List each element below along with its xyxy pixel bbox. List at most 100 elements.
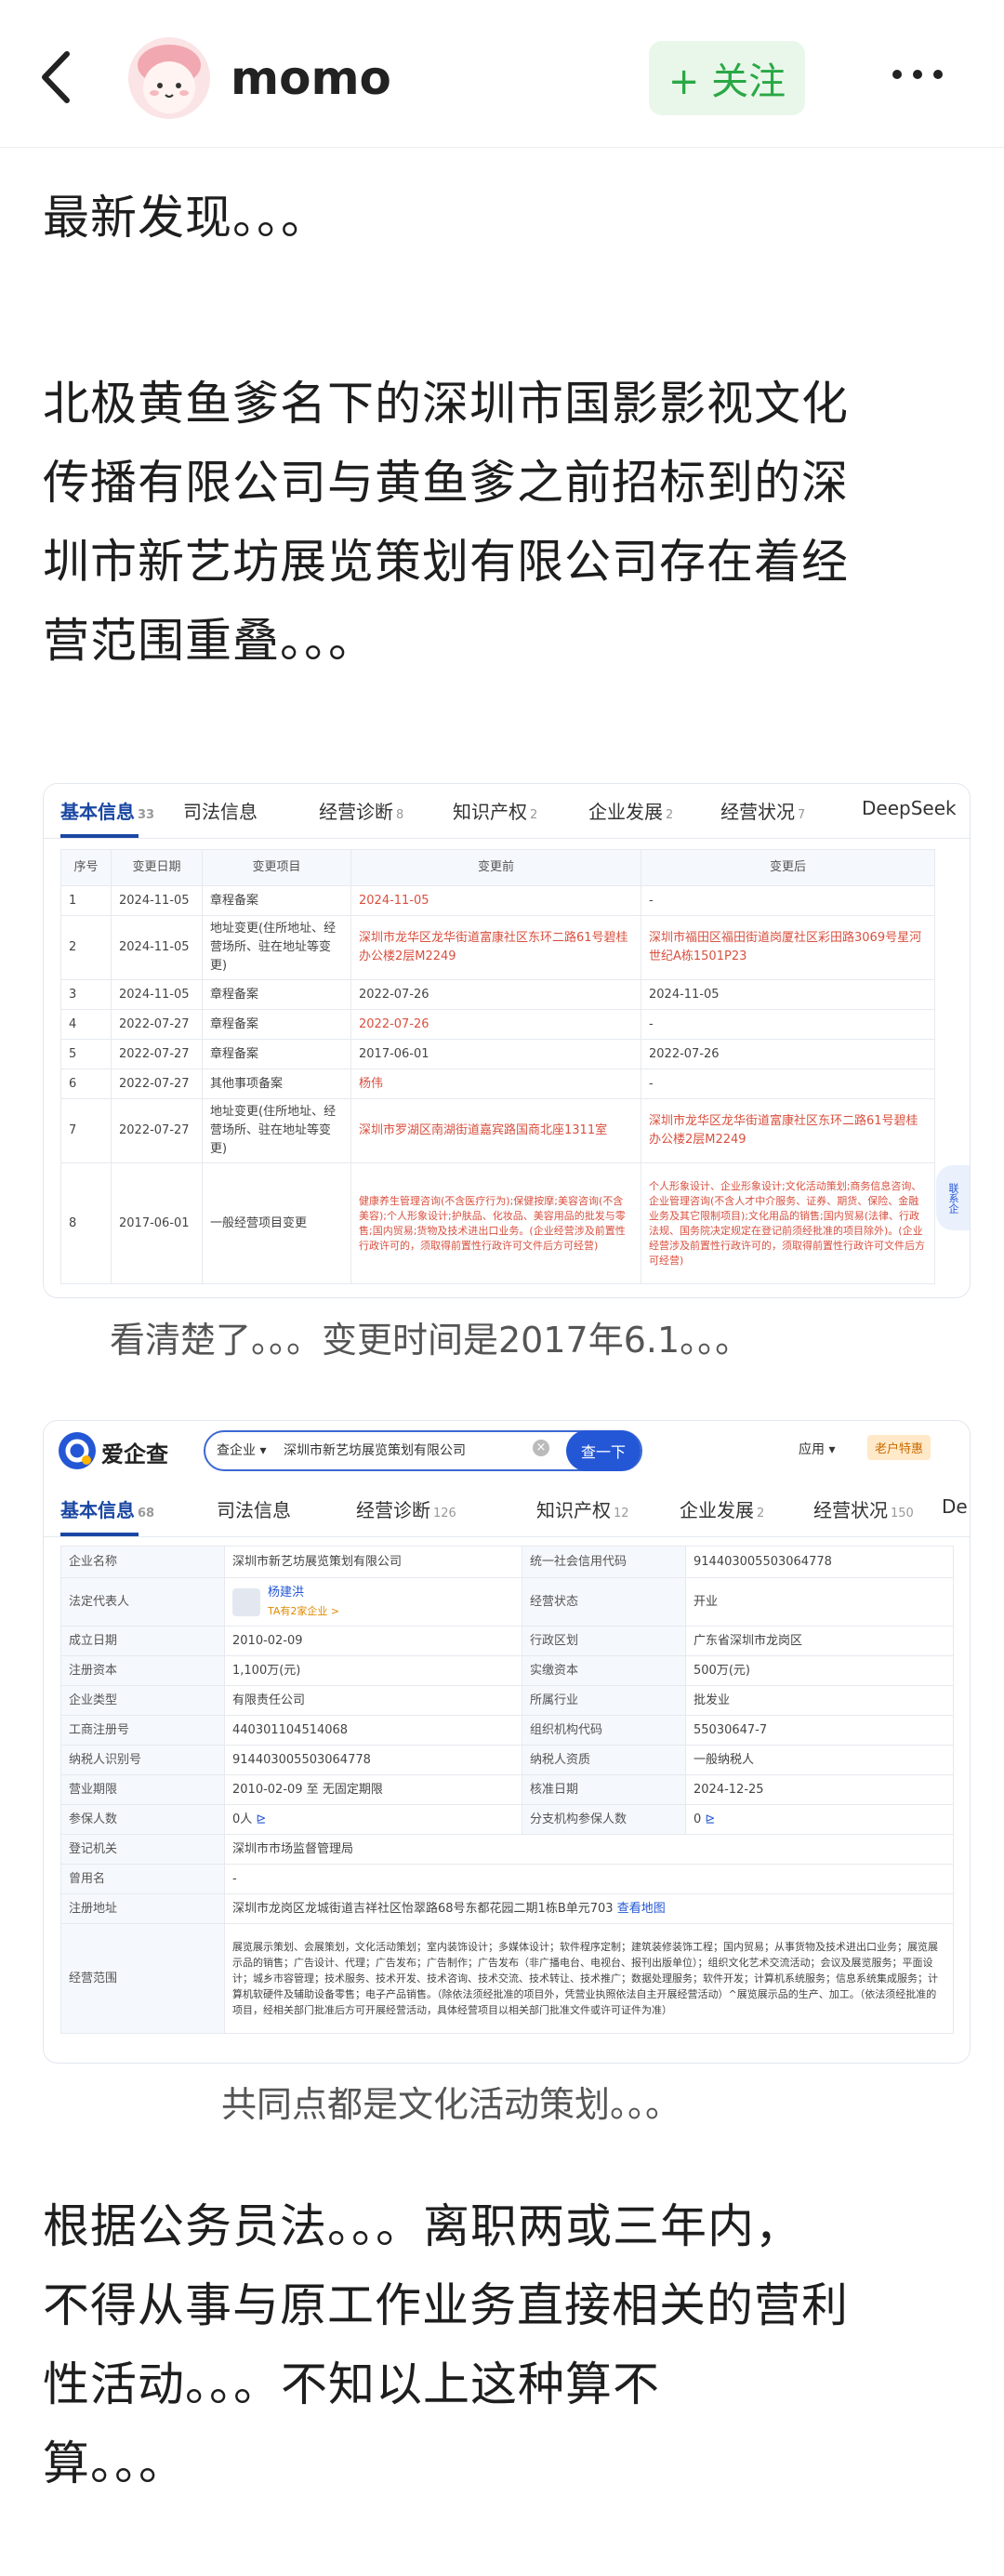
cell-no: 4 [60, 1009, 112, 1040]
table-row: 3 2024-11-05 章程备案 2022-07-26 2024-11-05 [60, 979, 935, 1010]
cell-item: 地址变更(住所地址、经营场所、驻在地址等变更) [202, 915, 351, 980]
cell-value: 500万(元) [685, 1655, 954, 1686]
tab-legal-info[interactable]: 司法信息 [217, 1495, 291, 1522]
cell-before: 2017-06-01 [350, 1039, 641, 1069]
apps-menu[interactable]: 应用 ▾ [799, 1440, 835, 1458]
cell-date: 2022-07-27 [111, 1098, 203, 1163]
change-record-screenshot[interactable]: 基本信息 33 司法信息 经营诊断 8 知识产权 2 企业发展 2 经营状况 7 Deep… [43, 783, 971, 1298]
chart-icon[interactable]: ⊵ [705, 1812, 715, 1826]
cell-label: 纳税人识别号 [60, 1745, 225, 1775]
cell-label: 注册地址 [60, 1893, 225, 1924]
table-row: 曾用名 - [60, 1864, 954, 1894]
cell-no: 3 [60, 979, 112, 1010]
cell-before: 2022-07-26 [350, 1009, 641, 1040]
col-header: 序号 [60, 849, 112, 886]
post-paragraph-2: 北极黄鱼爹名下的深圳市国影影视文化 传播有限公司与黄鱼爹之前招标到的深 圳市新艺… [43, 365, 972, 681]
tab-operation-status[interactable]: 经营状况 7 [720, 797, 805, 824]
tab-operation-status[interactable]: 经营状况 150 [813, 1495, 914, 1522]
table-row: 注册资本 1,100万(元) 实缴资本 500万(元) [60, 1655, 954, 1686]
post-paragraph-3: 根据公务员法。。。离职两或三年内， 不得从事与原工作业务直接相关的营利 性活动。… [43, 2187, 972, 2503]
cell-value: 1,100万(元) [224, 1655, 522, 1686]
table-row: 登记机关 深圳市市场监督管理局 [60, 1834, 954, 1865]
table-row: 纳税人识别号 914403005503064778 纳税人资质 一般纳税人 [60, 1745, 954, 1775]
clear-icon[interactable]: × [533, 1440, 549, 1456]
cell-label: 企业名称 [60, 1546, 225, 1578]
cell-value: 批发业 [685, 1685, 954, 1716]
chart-icon[interactable]: ⊵ [256, 1812, 266, 1826]
search-button[interactable]: 查一下 [566, 1430, 641, 1471]
cell-value: 440301104514068 [224, 1715, 522, 1746]
header-divider [0, 147, 1004, 148]
aiqicha-logo-text: 爱企查 [101, 1441, 168, 1467]
tab-deepseek[interactable]: DeepSeek [862, 797, 957, 819]
post-paragraph-1: 最新发现。。。 [43, 191, 328, 245]
cell-after: 深圳市福田区福田街道岗厦社区彩田路3069号星河世纪A栋1501P23 [641, 915, 935, 980]
person-avatar-icon [232, 1587, 260, 1616]
cell-value: 0 ⊵ [685, 1804, 954, 1835]
table-row: 5 2022-07-27 章程备案 2017-06-01 2022-07-26 [60, 1039, 935, 1069]
cell-date: 2024-11-05 [111, 885, 203, 916]
view-map-link[interactable]: 查看地图 [617, 1902, 666, 1916]
change-record-table: 序号 变更日期 变更项目 变更前 变更后 1 2024-11-05 章程备案 2… [60, 849, 935, 1284]
cell-before: 2022-07-26 [350, 979, 641, 1010]
tab-deepseek[interactable]: De [942, 1495, 968, 1518]
cell-after: - [641, 885, 935, 916]
active-tab-underline [60, 1533, 139, 1536]
cell-value: 914403005503064778 [685, 1546, 954, 1578]
business-scope-value: 展览展示策划、会展策划，文化活动策划；室内装饰设计；多媒体设计；软件程序定制；建… [224, 1923, 954, 2034]
text-line: 圳市新艺坊展览策划有限公司存在着经 [43, 535, 849, 589]
tab-development[interactable]: 企业发展 2 [680, 1495, 764, 1522]
table-row: 营业期限 2010-02-09 至 无固定期限 核准日期 2024-12-25 [60, 1774, 954, 1805]
cell-label: 统一社会信用代码 [522, 1546, 686, 1578]
tab-development[interactable]: 企业发展 2 [588, 797, 673, 824]
table-row: 注册地址 深圳市龙岗区龙城街道吉祥社区怡翠路68号东都花园二期1栋B单元703 … [60, 1893, 954, 1924]
cell-value: 2010-02-09 至 无固定期限 [224, 1774, 522, 1805]
avatar[interactable] [128, 37, 210, 119]
tab-basic-info[interactable]: 基本信息 33 [60, 797, 154, 824]
tab-ip[interactable]: 知识产权 2 [453, 797, 537, 824]
text-line: 不得从事与原工作业务直接相关的营利 [43, 2278, 849, 2332]
cell-date: 2022-07-27 [111, 1069, 203, 1099]
company-info-screenshot[interactable]: 爱企查 查企业 ▾ 深圳市新艺坊展览策划有限公司 × 查一下 应用 ▾ 老户特惠… [43, 1420, 971, 2064]
text-line: 算。。。 [43, 2437, 186, 2490]
cell-label: 登记机关 [60, 1834, 225, 1865]
follow-button[interactable]: + 关注 [649, 41, 805, 115]
username[interactable]: momo [231, 51, 391, 105]
text-line: 性活动。。。不知以上这种算不 [43, 2357, 660, 2411]
legal-rep-name[interactable]: 杨建洪 [268, 1584, 339, 1602]
cell-label: 行政区划 [522, 1626, 686, 1656]
table-row: 法定代表人 杨建洪 TA有2家企业 > 经营状态 开业 [60, 1577, 954, 1627]
cell-label: 企业类型 [60, 1685, 225, 1716]
tab-legal-info[interactable]: 司法信息 [183, 797, 258, 824]
cell-value: 有限责任公司 [224, 1685, 522, 1716]
cell-label: 工商注册号 [60, 1715, 225, 1746]
col-header: 变更后 [641, 849, 935, 886]
cell-date: 2022-07-27 [111, 1009, 203, 1040]
cell-label: 经营范围 [60, 1923, 225, 2034]
cell-no: 6 [60, 1069, 112, 1099]
cell-value: 深圳市市场监督管理局 [224, 1834, 954, 1865]
tab-operation-diagnosis[interactable]: 经营诊断 126 [356, 1495, 456, 1522]
legal-rep-companies[interactable]: TA有2家企业 > [268, 1602, 339, 1621]
cell-after: 2024-11-05 [641, 979, 935, 1010]
cell-date: 2024-11-05 [111, 915, 203, 980]
table-row: 经营范围 展览展示策划、会展策划，文化活动策划；室内装饰设计；多媒体设计；软件程… [60, 1923, 954, 2034]
tab-operation-diagnosis[interactable]: 经营诊断 8 [319, 797, 403, 824]
contact-side-tab[interactable]: 联系企 [936, 1165, 970, 1230]
search-scope-select[interactable]: 查企业 ▾ [217, 1441, 266, 1459]
cell-item: 其他事项备案 [202, 1069, 351, 1099]
cell-label: 参保人数 [60, 1804, 225, 1835]
cell-before: 深圳市龙华区龙华街道富康社区东环二路61号碧桂办公楼2层M2249 [350, 915, 641, 980]
back-arrow-icon[interactable] [28, 45, 84, 110]
cell-label: 曾用名 [60, 1864, 225, 1894]
cell-after: 个人形象设计、企业形象设计;文化活动策划;商务信息咨询、企业管理咨询(不含人才中… [641, 1162, 935, 1284]
promo-badge[interactable]: 老户特惠 [867, 1435, 931, 1460]
tab-basic-info[interactable]: 基本信息 68 [60, 1495, 154, 1522]
table-row: 6 2022-07-27 其他事项备案 杨伟 - [60, 1069, 935, 1099]
more-icon[interactable] [885, 56, 950, 93]
top-bar: momo + 关注 [0, 0, 1004, 149]
cell-date: 2017-06-01 [111, 1162, 203, 1284]
cell-value: 广东省深圳市龙岗区 [685, 1626, 954, 1656]
cell-before: 杨伟 [350, 1069, 641, 1099]
tab-ip[interactable]: 知识产权 12 [536, 1495, 629, 1522]
